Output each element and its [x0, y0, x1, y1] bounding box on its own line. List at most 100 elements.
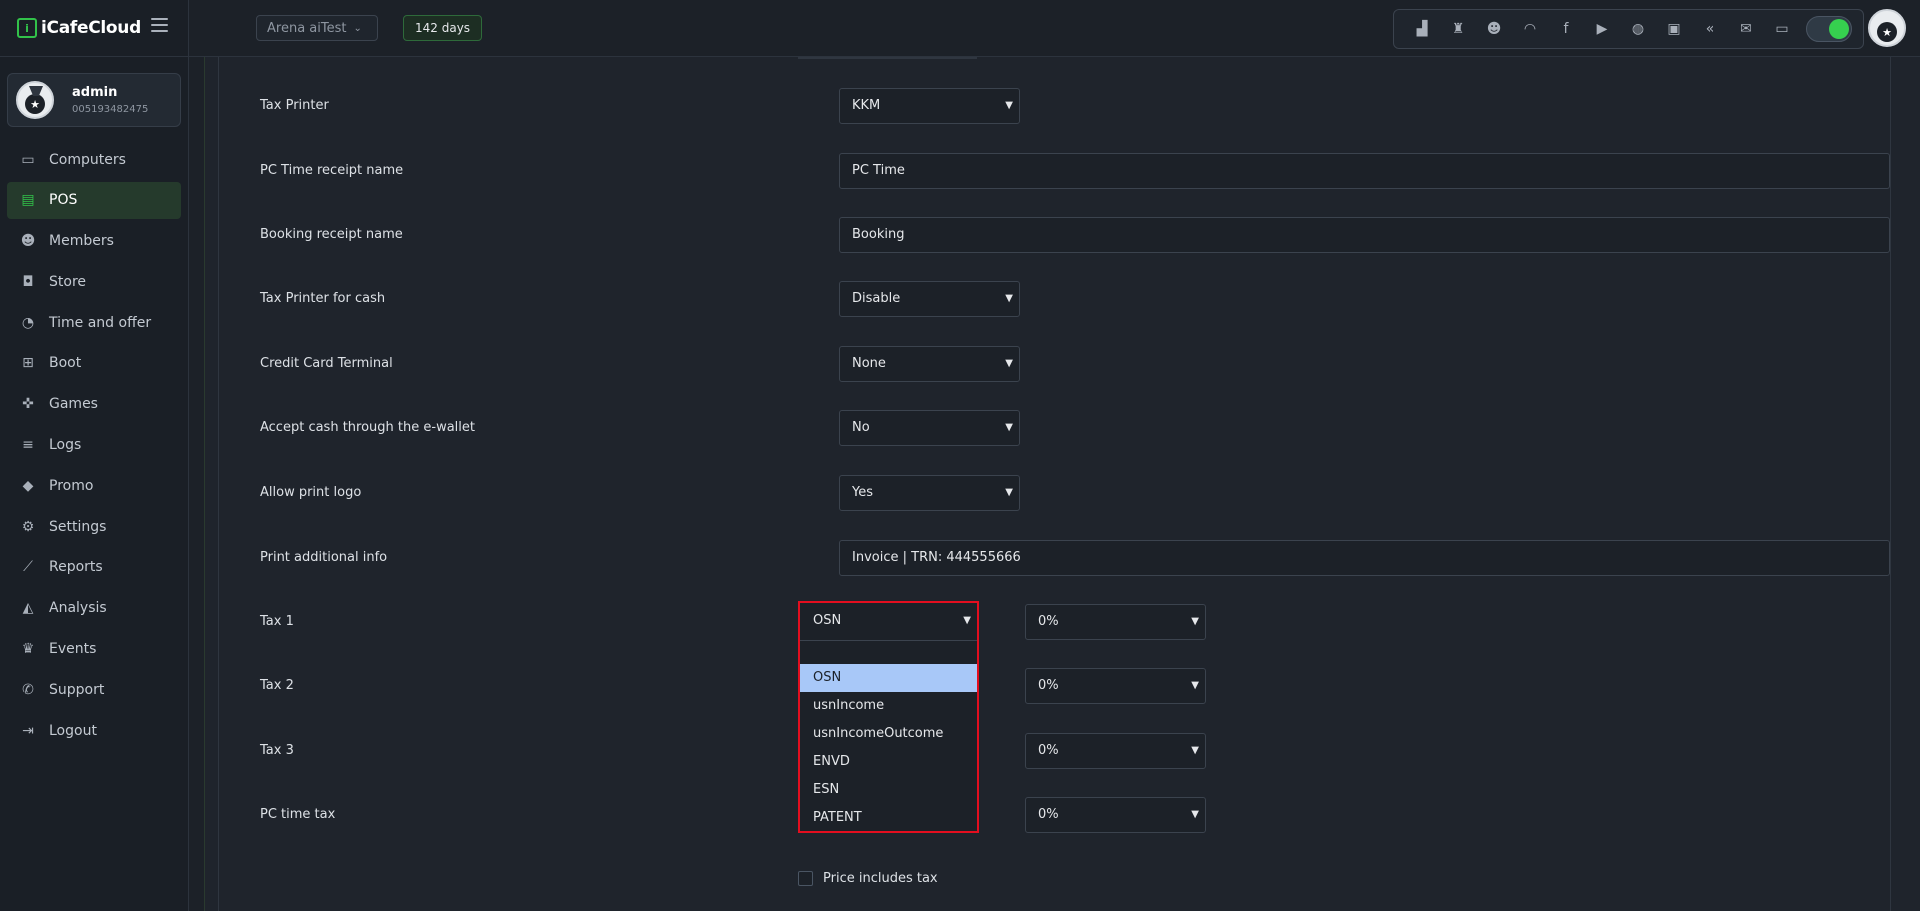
- print-additional-info-input[interactable]: Invoice | TRN: 444555666: [839, 540, 1890, 576]
- pc-time-receipt-label: PC Time receipt name: [260, 163, 404, 178]
- sidebar-item-logout[interactable]: ⇥ Logout: [7, 712, 181, 749]
- sidebar-item-pos[interactable]: ▤ POS: [7, 181, 181, 219]
- youtube-icon[interactable]: ▶: [1584, 11, 1620, 47]
- print-additional-info-label: Print additional info: [260, 550, 388, 565]
- icafe-icon[interactable]: ▣: [1656, 11, 1692, 47]
- credit-card-terminal-row: Credit Card Terminal None ▼: [260, 346, 1860, 382]
- pc-time-tax-percent-select[interactable]: 0% ▼: [1025, 797, 1206, 833]
- sidebar-item-computers[interactable]: ▭ Computers: [7, 141, 181, 178]
- stopwatch-icon: ◔: [21, 314, 35, 331]
- sidebar-item-time-and-offer[interactable]: ◔ Time and offer: [7, 304, 181, 341]
- accept-cash-ewallet-label: Accept cash through the e-wallet: [260, 420, 475, 435]
- sidebar-item-promo[interactable]: ◆ Promo: [7, 467, 181, 504]
- user-card[interactable]: ★ admin 005193482475: [7, 73, 181, 127]
- sidebar-item-label: Events: [49, 641, 97, 658]
- tax-printer-cash-label: Tax Printer for cash: [260, 291, 386, 306]
- pos-settings-panel: Tax Printer KKM ▼ PC Time receipt name PC…: [218, 57, 1891, 911]
- tax1-options-list: OSN usnIncome usnIncomeOutcome ENVD ESN PATEN…: [800, 664, 977, 832]
- tax1-percent-select[interactable]: 0% ▼: [1025, 604, 1206, 640]
- area-chart-icon: ◭: [22, 600, 34, 617]
- rss-icon[interactable]: ◠: [1512, 11, 1548, 47]
- store-select[interactable]: Arena aiTest ⌄: [256, 15, 378, 41]
- sidebar-item-events[interactable]: ♛ Events: [7, 631, 181, 668]
- sidebar-item-members[interactable]: ☻ Members: [7, 223, 181, 260]
- accept-cash-ewallet-select[interactable]: No ▼: [839, 410, 1020, 446]
- tax1-option[interactable]: PATENT: [800, 804, 977, 832]
- sidebar-item-settings[interactable]: ⚙ Settings: [7, 508, 181, 545]
- medal-icon: ★: [25, 94, 45, 114]
- chevron-down-icon: ▼: [1005, 358, 1013, 369]
- chevron-down-icon: ▼: [1005, 100, 1013, 111]
- allow-print-logo-select[interactable]: Yes ▼: [839, 475, 1020, 511]
- group-icon[interactable]: ☻: [1476, 11, 1512, 47]
- sidebar-item-boot[interactable]: ⊞ Boot: [7, 345, 181, 382]
- tax3-label: Tax 3: [260, 743, 294, 758]
- sidebar-item-reports[interactable]: ⟋ Reports: [7, 549, 181, 586]
- tax1-type-select[interactable]: OSN ▼: [800, 603, 977, 641]
- sidebar-item-games[interactable]: ✜ Games: [7, 386, 181, 423]
- mail-icon[interactable]: ✉: [1728, 11, 1764, 47]
- tax3-percent-select[interactable]: 0% ▼: [1025, 733, 1206, 769]
- chat-icon[interactable]: ▭: [1764, 11, 1800, 47]
- chevron-down-icon: ▼: [1005, 422, 1013, 433]
- facebook-icon[interactable]: f: [1548, 11, 1584, 47]
- sidebar-item-label: Support: [49, 681, 105, 698]
- tax3-row: Tax 3 0% ▼: [260, 733, 1860, 769]
- tax-printer-label: Tax Printer: [260, 98, 329, 113]
- tax2-percent-select[interactable]: 0% ▼: [1025, 668, 1206, 704]
- top-bar: Arena aiTest ⌄ 142 days ▟ ♜ ☻ ◠ f ▶ ◍ ▣ «✉ ▭ ★: [189, 0, 1920, 57]
- sidebar-item-label: Logs: [49, 437, 82, 454]
- tax1-option[interactable]: usnIncome: [800, 692, 977, 720]
- sidebar-item-label: Logout: [49, 722, 97, 739]
- profile-avatar[interactable]: ★: [1868, 9, 1906, 47]
- price-includes-tax-checkbox[interactable]: [798, 871, 813, 886]
- sidebar-item-logs[interactable]: ≡ Logs: [7, 427, 181, 464]
- chevron-down-icon: ▼: [1191, 616, 1199, 627]
- credit-card-terminal-select[interactable]: None ▼: [839, 346, 1020, 382]
- theme-toggle[interactable]: [1806, 16, 1852, 42]
- monitor-icon: ▭: [21, 151, 35, 168]
- store-select-label: Arena aiTest: [267, 20, 347, 36]
- tax1-row: Tax 1 0% ▼: [260, 604, 1860, 640]
- gear-icon: ⚙: [21, 518, 35, 535]
- tax1-option[interactable]: ESN: [800, 776, 977, 804]
- booking-receipt-input[interactable]: Booking: [839, 217, 1890, 253]
- hamburger-menu-icon[interactable]: [151, 18, 168, 32]
- tax1-type-dropdown[interactable]: OSN ▼ OSN usnIncome usnIncomeOutcome ENVD ESN…: [798, 601, 979, 833]
- globe-icon[interactable]: ◍: [1620, 11, 1656, 47]
- tax-printer-cash-select[interactable]: Disable ▼: [839, 281, 1020, 317]
- sidebar-item-support[interactable]: ✆ Support: [7, 671, 181, 708]
- content-gutter: [189, 57, 205, 911]
- tax1-option[interactable]: usnIncomeOutcome: [800, 720, 977, 748]
- tax1-option[interactable]: OSN: [800, 664, 977, 692]
- sidebar-item-label: Boot: [49, 355, 82, 372]
- trophy-icon[interactable]: ♜: [1440, 11, 1476, 47]
- sidebar: i iCafeCloud ★ admin 005193482475 ▭ Compu…: [0, 0, 189, 911]
- gamepad-icon: ✜: [22, 396, 34, 413]
- tax1-option[interactable]: ENVD: [800, 748, 977, 776]
- chevron-down-icon: ⌄: [353, 22, 362, 34]
- sidebar-item-store[interactable]: ◘ Store: [7, 263, 181, 300]
- logout-icon: ⇥: [22, 722, 34, 739]
- sidebar-item-label: POS: [49, 192, 78, 209]
- price-includes-tax-row: Price includes tax: [798, 871, 938, 886]
- double-chevron-icon[interactable]: «: [1692, 11, 1728, 47]
- pc-time-receipt-input[interactable]: PC Time: [839, 153, 1890, 189]
- line-chart-icon: ⟋: [23, 559, 33, 576]
- chevron-down-icon: ▼: [1191, 745, 1199, 756]
- sidebar-item-analysis[interactable]: ◭ Analysis: [7, 590, 181, 627]
- sidebar-item-label: Promo: [49, 477, 94, 494]
- avatar: ★: [16, 81, 54, 119]
- sidebar-item-label: Time and offer: [49, 314, 152, 331]
- pc-time-receipt-row: PC Time receipt name PC Time: [260, 153, 1890, 189]
- tax-printer-cash-row: Tax Printer for cash Disable ▼: [260, 281, 1860, 317]
- podium-icon[interactable]: ▟: [1404, 11, 1440, 47]
- tax-printer-select[interactable]: KKM ▼: [839, 88, 1020, 124]
- crown-icon: ♛: [21, 641, 35, 658]
- sidebar-item-label: Reports: [49, 559, 103, 576]
- sidebar-item-label: Computers: [49, 151, 126, 168]
- chevron-down-icon: ▼: [1191, 680, 1199, 691]
- logo-icon: i: [17, 18, 37, 38]
- tag-icon: ◆: [22, 477, 34, 494]
- allow-print-logo-row: Allow print logo Yes ▼: [260, 475, 1860, 511]
